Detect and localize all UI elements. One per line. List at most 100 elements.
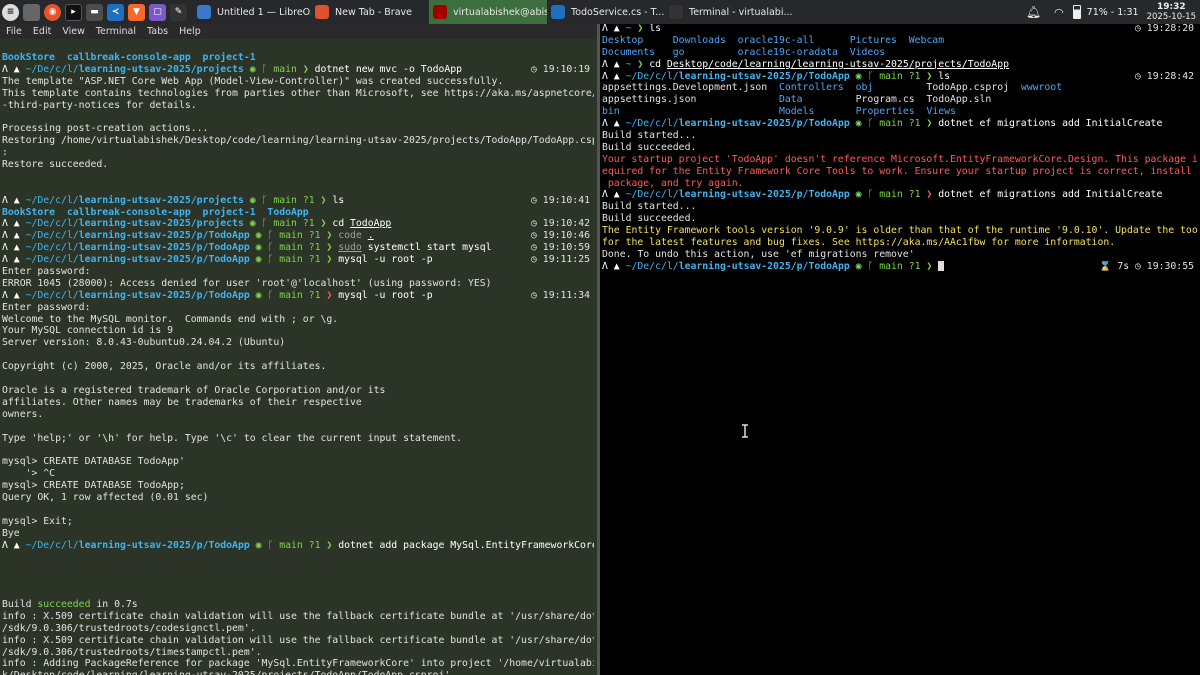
text-segment: ~ (625, 58, 638, 70)
task-label: virtualabishek@abis... (453, 6, 547, 18)
terminal-line: Your MySQL connection id is 9 (2, 325, 594, 337)
text-segment: ❯ (302, 63, 315, 75)
left-terminal-window[interactable]: File Edit View Terminal Tabs Help BookStore c… (0, 24, 597, 675)
text-segment: ◉ (849, 70, 868, 82)
terminal-line: appsettings.json Data Program.cs TodoApp… (602, 94, 1198, 106)
terminal-line: Query OK, 1 row affected (0.01 sec) (2, 492, 594, 504)
text-segment: /sdk/9.0.306/trustedroots/timestampctl.p… (2, 646, 262, 658)
text-segment: ~/De/c/l/ (25, 254, 79, 266)
right-terminal-window[interactable]: Λ ▲ ~ ❯ ls ◷ 19:28:20 Desktop Downloads or… (600, 24, 1200, 675)
desktop-icon[interactable] (23, 3, 40, 21)
menu-terminal[interactable]: Terminal (96, 26, 136, 37)
text-segment: affiliates. Other names may be trademark… (2, 396, 362, 408)
text-segment: Your MySQL connection id is 9 (2, 325, 174, 337)
terminal-line: Done. To undo this action, use 'ef migra… (602, 249, 1198, 261)
clock-time: 19:32 (1156, 2, 1186, 12)
text-segment: Views (926, 106, 956, 118)
text-segment: Server version: 8.0.43-0ubuntu0.24.04.2 … (2, 337, 286, 349)
text-segment: Λ ▲ (2, 218, 26, 230)
text-segment: ❯ (326, 539, 339, 551)
terminal-line: The template "ASP.NET Core Web App (Mode… (2, 76, 594, 88)
terminal-line: Λ ▲ ~ ❯ ls ◷ 19:28:20 (602, 24, 1198, 35)
menu-file[interactable]: File (6, 26, 22, 37)
text-segment: Λ ▲ (602, 58, 626, 70)
text-segment: ᚴ main ?1 (261, 194, 321, 206)
terminal-line: bin Models Properties Views (602, 106, 1198, 118)
notification-icon[interactable]: 🔔︎ (1026, 5, 1041, 19)
menu-view[interactable]: View (62, 26, 85, 37)
text-segment: p/TodoApp (196, 289, 250, 301)
desktop: ≡ ◉ ▸ ▬ ≺ ▼ ▢ ✎ Untitled 1 — LibreO... Ne… (0, 0, 1200, 675)
text-segment: Done. To undo this action, use 'ef migra… (602, 248, 915, 260)
firefox-icon[interactable]: ◉ (44, 3, 61, 21)
text-segment: sudo (338, 242, 362, 254)
vscode-icon[interactable]: ≺ (107, 3, 124, 21)
text-segment: ◉ (849, 118, 868, 130)
text-segment: ❯ (926, 189, 939, 201)
text-segment: ~/De/c/l/ (625, 189, 679, 201)
text-segment: p/TodoApp (196, 242, 250, 254)
app-menu-icon[interactable]: ≡ (2, 3, 19, 21)
left-terminal-output[interactable]: BookStore callbreak-console-app project-… (2, 52, 594, 675)
text-segment: ~/De/c/l/ (25, 194, 79, 206)
text-segment: ᚴ main ?1 (867, 189, 927, 201)
task-app-icon (551, 5, 565, 19)
right-terminal-output[interactable]: Λ ▲ ~ ❯ ls ◷ 19:28:20 Desktop Downloads or… (602, 24, 1198, 273)
terminal-line: package, and try again. (602, 178, 1198, 190)
notes-icon[interactable]: ▢ (149, 3, 166, 21)
wifi-icon[interactable]: ◠ (1054, 6, 1064, 19)
text-segment: Restoring /home/virtualabishek/Desktop/c… (2, 135, 594, 147)
text-segment: ᚴ main ?1 (267, 242, 327, 254)
menu-tabs[interactable]: Tabs (147, 26, 168, 37)
text-segment: BookStore callbreak-console-app project-… (2, 52, 256, 63)
terminal-line: Λ ▲ ~/De/c/l/learning-utsav-2025/p/TodoA… (602, 260, 1198, 273)
text-segment: Build started... (602, 201, 697, 213)
text-segment: learning-utsav-2025/ (78, 230, 197, 242)
text-segment: p/TodoApp (196, 254, 250, 266)
battery-icon[interactable] (1072, 5, 1081, 19)
terminal-icon[interactable]: ▸ (65, 3, 82, 21)
text-segment (915, 106, 927, 117)
clock[interactable]: 19:32 2025-10-15 (1147, 2, 1196, 22)
text-segment: -third-party-notices for details. (2, 99, 197, 111)
text-segment: Copyright (c) 2000, 2025, Oracle and/or … (2, 361, 327, 373)
terminal-line: Λ ▲ ~/De/c/l/learning-utsav-2025/p/TodoA… (2, 242, 594, 254)
text-segment: /sdk/9.0.306/trustedroots/codesignctl.pe… (2, 622, 256, 634)
terminal-line: equired for the Entity Framework Core To… (602, 166, 1198, 178)
battery-status[interactable]: 71% - 1:31 (1087, 7, 1139, 18)
terminal-menubar: File Edit View Terminal Tabs Help (0, 24, 597, 39)
text-segment: Desktop/code/learning/learning-utsav-202… (666, 58, 1009, 70)
taskbar-task-3[interactable]: TodoService.cs - T... (547, 0, 665, 24)
terminal-line: Desktop Downloads oracle19c-all Pictures… (602, 35, 1198, 47)
files-icon[interactable]: ▬ (86, 3, 103, 21)
text-segment: Λ ▲ (602, 118, 626, 130)
text-segment: dotnet new mvc -o TodoApp (314, 63, 463, 75)
task-label: Untitled 1 — LibreO... (217, 6, 311, 18)
menu-edit[interactable]: Edit (33, 26, 51, 37)
text-segment: Models (778, 106, 815, 118)
text-segment: ~ (625, 24, 638, 34)
text-segment: Enter password: (2, 266, 91, 278)
text-segment: Program.cs TodoApp.sln (802, 94, 992, 106)
text-segment: ᚴ main ?1 (261, 218, 321, 230)
text-segment: p/TodoApp (796, 260, 850, 272)
taskbar-task-4[interactable]: Terminal - virtualabi... (665, 0, 915, 24)
brave-icon[interactable]: ▼ (128, 3, 145, 21)
taskbar-task-0[interactable]: Untitled 1 — LibreO... (193, 0, 311, 24)
terminal-line: Λ ▲ ~/De/c/l/learning-utsav-2025/project… (2, 218, 594, 230)
taskbar-task-1[interactable]: New Tab - Brave (311, 0, 429, 24)
text-segment (620, 106, 779, 117)
taskbar-task-2[interactable]: virtualabishek@abis... (429, 0, 547, 24)
menu-help[interactable]: Help (179, 26, 201, 37)
text-segment: ❯ (326, 242, 339, 254)
terminal-line: Your startup project 'TodoApp' doesn't r… (602, 154, 1198, 166)
prompt-timestamp: ◷ 19:11:25 (531, 254, 590, 266)
terminal-line: /sdk/9.0.306/trustedroots/timestampctl.p… (2, 647, 594, 659)
editor-icon[interactable]: ✎ (170, 3, 187, 21)
terminal-line: Oracle is a registered trademark of Orac… (2, 385, 594, 397)
text-segment: ᚴ main (261, 63, 303, 75)
text-segment: info : X.509 certificate chain validatio… (2, 610, 594, 622)
